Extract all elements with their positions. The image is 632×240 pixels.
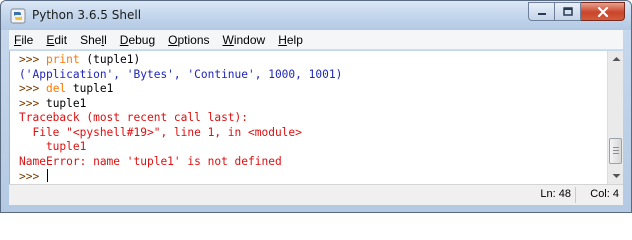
title-bar[interactable]: Python 3.6.5 Shell — [1, 1, 631, 30]
menu-item[interactable]: Help — [277, 33, 304, 47]
user-input: (tuple1) — [79, 53, 141, 66]
menu-bar: File Edit Shell Debug Options Window Help — [9, 30, 623, 50]
shell-line: ('Application', 'Bytes', 'Continue', 100… — [19, 68, 607, 83]
shell-line: >>> print (tuple1) — [19, 53, 607, 68]
grip-line — [613, 147, 619, 148]
menu-label-part: ile — [21, 32, 34, 47]
shell-output: ('Application', 'Bytes', 'Continue', 100… — [19, 67, 343, 81]
status-divider — [575, 187, 576, 203]
menu-label-part: ptions — [177, 32, 210, 47]
close-icon — [597, 6, 608, 17]
line-number: Ln: 48 — [540, 188, 571, 200]
shell-prompt: >>> — [19, 96, 46, 110]
scrollbar-thumb[interactable] — [609, 138, 622, 164]
minimize-button[interactable] — [528, 2, 555, 21]
menu-label-part: l — [104, 32, 107, 47]
chevron-up-icon — [612, 57, 620, 61]
menu-item[interactable]: Window — [222, 33, 267, 47]
menu-item[interactable]: File — [13, 33, 34, 47]
shell-line: >>> — [19, 169, 607, 184]
maximize-icon — [562, 7, 573, 16]
error-output: tuple1 — [19, 140, 87, 153]
vertical-scrollbar[interactable] — [607, 51, 623, 184]
menu-accelerator-key: W — [222, 32, 234, 47]
maximize-button[interactable] — [555, 2, 581, 21]
idle-shell-window: Python 3.6.5 Shell File Edit Shell Debug Opt… — [0, 0, 632, 213]
menu-label-part: elp — [286, 32, 303, 47]
menu-item[interactable]: Shell — [79, 33, 108, 47]
minimize-icon — [537, 12, 546, 15]
python-keyword: print — [45, 53, 80, 66]
shell-line: NameError: name 'tuple1' is not defined — [19, 155, 607, 170]
window-controls — [528, 2, 625, 21]
shell-output-area[interactable]: >>> print (tuple1) ('Application', 'Bytes… — [9, 51, 607, 184]
scroll-down-button[interactable] — [608, 168, 624, 184]
menu-accelerator-key: H — [278, 32, 287, 47]
shell-line: Traceback (most recent call last): — [19, 111, 607, 126]
menu-item[interactable]: Edit — [45, 33, 68, 47]
shell-line: >>> tuple1 — [19, 97, 607, 112]
shell-line: tuple1 — [19, 140, 607, 155]
python-idle-icon — [10, 8, 26, 24]
shell-prompt: >>> — [19, 82, 46, 95]
menu-label-part: She — [80, 32, 102, 47]
close-button[interactable] — [581, 2, 625, 21]
shell-prompt: >>> — [19, 170, 46, 183]
error-output: NameError: name 'tuple1' is not defined — [19, 154, 282, 168]
shell-line: File "<pyshell#19>", line 1, in <module> — [19, 126, 607, 141]
shell-prompt: >>> — [19, 53, 46, 66]
status-bar: Ln: 48 Col: 4 — [9, 184, 623, 205]
menu-item[interactable]: Options — [167, 33, 210, 47]
error-output: Traceback (most recent call last): — [19, 111, 249, 124]
menu-label-part: indow — [233, 32, 266, 47]
error-output: File "<pyshell#19>", line 1, in <module> — [19, 125, 302, 139]
window-title: Python 3.6.5 Shell — [32, 8, 142, 22]
shell-line: >>> del tuple1 — [19, 82, 607, 97]
chevron-down-icon — [612, 174, 620, 178]
scroll-up-button[interactable] — [608, 51, 624, 67]
text-cursor — [46, 169, 48, 182]
menu-label-part: ebug — [128, 32, 156, 47]
grip-line — [613, 150, 619, 151]
user-input: tuple1 — [66, 82, 114, 95]
python-keyword: del — [45, 82, 67, 95]
grip-line — [613, 153, 619, 154]
menu-item[interactable]: Debug — [119, 33, 156, 47]
menu-label-part: dit — [54, 32, 68, 47]
column-number: Col: 4 — [590, 188, 619, 200]
user-input: tuple1 — [45, 96, 87, 110]
